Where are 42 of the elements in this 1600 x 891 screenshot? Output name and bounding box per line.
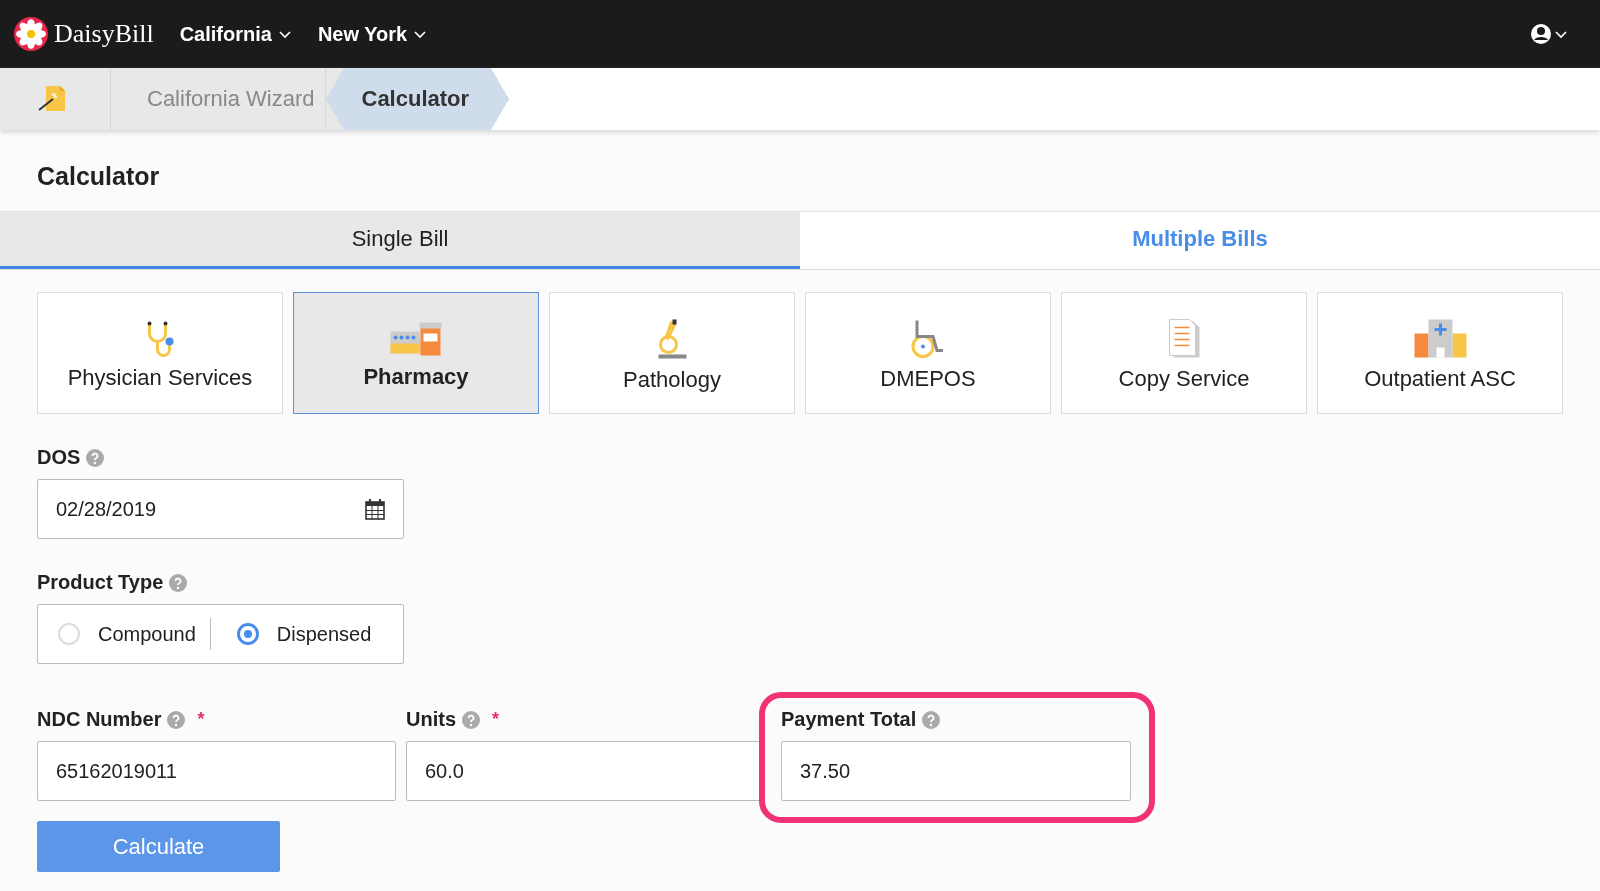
radio-button[interactable] (236, 623, 259, 645)
hospital-building-icon (1413, 319, 1467, 358)
text-field[interactable]: 37.50 (781, 741, 1131, 801)
daisy-logo-icon (14, 17, 48, 51)
field-label: Payment Total (781, 708, 917, 731)
help-icon (167, 710, 186, 729)
field-label: Units (406, 708, 456, 731)
calendar-icon (365, 498, 385, 520)
field-label: Product Type (37, 571, 164, 594)
radio-label: Compound (98, 622, 196, 646)
chevron-down-icon (413, 29, 428, 39)
category-tile[interactable]: Pharmacy (293, 292, 539, 414)
radio-option[interactable]: Dispensed (236, 622, 372, 646)
category-tile[interactable]: DMEPOS (805, 292, 1051, 414)
radio-label: Dispensed (276, 622, 372, 646)
tab[interactable]: Single Bill (0, 212, 800, 269)
chevron-down-icon (277, 29, 292, 39)
required-mark: * (492, 709, 499, 730)
pill-bottle-icon (390, 321, 442, 356)
microscope-icon (657, 318, 687, 359)
nav-menu[interactable]: New York (317, 22, 428, 46)
document-icon (1168, 319, 1200, 358)
field-label: NDC Number (37, 708, 162, 731)
nav-menu[interactable]: California (179, 22, 292, 46)
category-tile[interactable]: Pathology (549, 292, 795, 414)
category-tile[interactable]: Copy Service (1061, 292, 1307, 414)
help-icon (922, 710, 941, 729)
radio-option[interactable]: Compound (58, 622, 196, 646)
field-label: DOS (37, 446, 81, 469)
text-field[interactable]: 65162019011 (37, 741, 396, 801)
category-tile[interactable]: Outpatient ASC (1317, 292, 1563, 414)
help-icon (169, 573, 188, 592)
stethoscope-icon (146, 320, 174, 357)
help-icon (86, 448, 105, 467)
category-tile[interactable]: Physician Services (37, 292, 283, 414)
user-menu-button[interactable] (1530, 22, 1568, 46)
brand-name: DaisyBill (54, 19, 154, 49)
breadcrumb[interactable]: Calculator (325, 68, 510, 130)
date-field[interactable]: 02/28/2019 (37, 479, 404, 539)
wheelchair-icon (911, 319, 945, 358)
required-mark: * (197, 709, 205, 730)
help-icon (462, 710, 480, 729)
